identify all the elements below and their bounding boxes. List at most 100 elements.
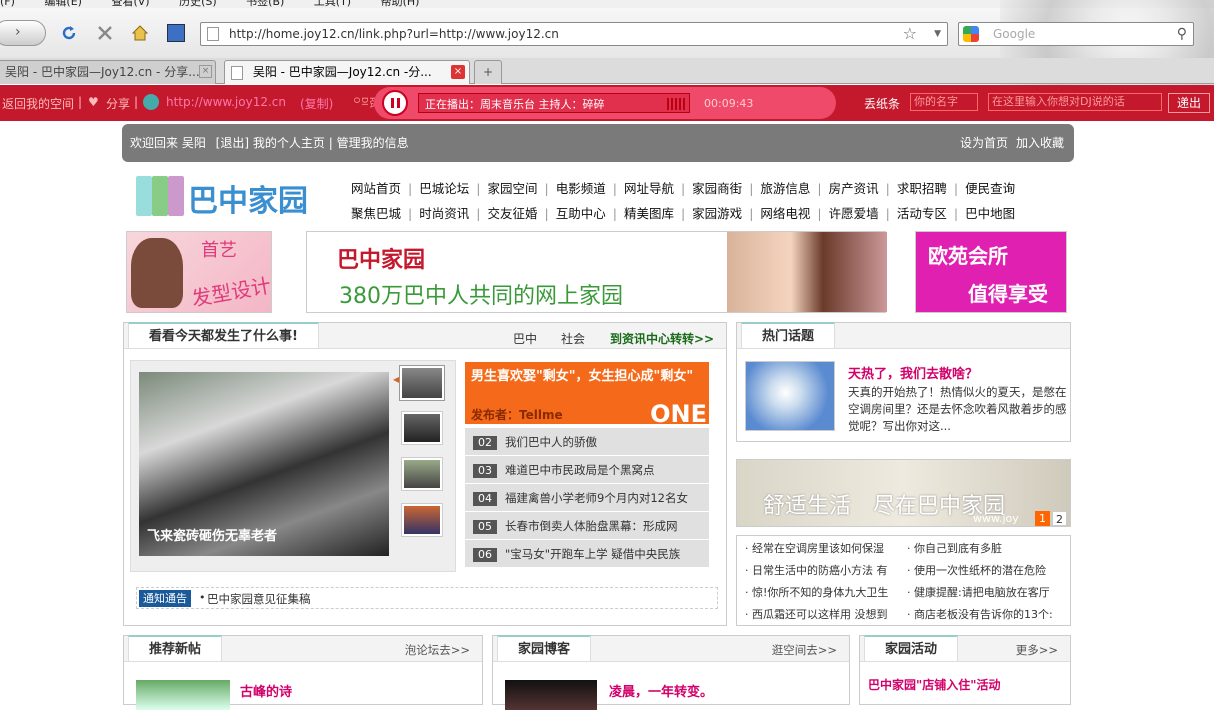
nav-link[interactable]: 时尚资讯 (419, 206, 469, 221)
blog-headline[interactable]: 凌晨，一年转变。 (609, 681, 713, 700)
health-link[interactable]: · 健康提醒:请把电脑放在客厅 (907, 582, 1067, 604)
bookmark-manager-icon[interactable] (167, 24, 185, 42)
pause-button[interactable] (382, 90, 408, 116)
nav-link[interactable]: 求职招聘 (897, 181, 947, 196)
share-link[interactable]: 分享 (106, 95, 130, 112)
news-list-item[interactable]: 02 我们巴中人的骄傲 (465, 428, 709, 456)
news-thumb-4[interactable] (401, 503, 443, 537)
news-tab-bazhong[interactable]: 巴中 (513, 330, 537, 347)
ad-text-2: 发型设计 (189, 273, 273, 311)
life-banner[interactable]: 舒适生活 尽在巴中家园 www.joy 1 2 (736, 459, 1071, 527)
nav-link[interactable]: 家园商街 (692, 181, 742, 196)
news-list-item[interactable]: 06 "宝马女"开跑车上学 疑借中央民族 (465, 540, 709, 568)
blog-thumbnail[interactable] (505, 680, 597, 710)
post-headline[interactable]: 古峰的诗 (240, 681, 292, 700)
menu-tools[interactable]: 工具(T) (314, 0, 351, 8)
banner-page-1[interactable]: 1 (1035, 511, 1050, 526)
menu-bookmarks[interactable]: 书签(B) (246, 0, 284, 8)
message-input[interactable]: 在这里输入你想对DJ说的话 (988, 93, 1162, 111)
tab-inactive[interactable]: 吴阳 - 巴中家园—Joy12.cn - 分享... × (0, 60, 216, 84)
ad-main-banner[interactable]: 巴中家园 380万巴中人共同的网上家园 (306, 231, 887, 313)
nav-link[interactable]: 活动专区 (897, 206, 947, 221)
close-tab-icon[interactable]: × (199, 65, 212, 78)
nav-link[interactable]: 电影频道 (556, 181, 606, 196)
home-icon[interactable] (131, 24, 149, 42)
new-posts-header: 推荐新帖 泡论坛去>> (124, 635, 482, 662)
banner-page-2[interactable]: 2 (1052, 511, 1067, 526)
news-photo[interactable]: 飞来瓷砖砸伤无辜老者 (139, 372, 389, 556)
life-banner-url: www.joy (973, 512, 1019, 525)
star-icon[interactable]: ☆ (903, 23, 917, 45)
activity-more-link[interactable]: 更多>> (1016, 642, 1058, 658)
notice-link[interactable]: 巴中家园意见征集稿 (207, 591, 311, 607)
nav-link[interactable]: 巴中地图 (965, 206, 1015, 221)
news-list-item[interactable]: 03 难道巴中市民政局是个黑窝点 (465, 456, 709, 484)
menu-help[interactable]: 帮助(H) (381, 0, 420, 8)
site-logo[interactable]: 巴中家园 (136, 174, 332, 219)
health-link[interactable]: · 商店老板没有告诉你的13个: (907, 604, 1067, 626)
news-feature[interactable]: 男生喜欢娶"剩女"，女生担心成"剩女" 发布者：Tellme ONE (465, 362, 709, 428)
blog-more-link[interactable]: 逛空间去>> (772, 642, 837, 658)
manage-link[interactable]: 管理我的信息 (337, 136, 409, 150)
nav-link[interactable]: 网站首页 (351, 181, 401, 196)
forum-more-link[interactable]: 泡论坛去>> (405, 642, 470, 658)
nav-link[interactable]: 互助中心 (556, 206, 606, 221)
send-button[interactable]: 递出 (1168, 93, 1210, 113)
health-link[interactable]: · 你自己到底有多脏 (907, 538, 1067, 560)
site-link[interactable]: http://www.joy12.cn (166, 95, 286, 109)
nav-link[interactable]: 聚焦巴城 (351, 206, 401, 221)
hot-topic-headline[interactable]: 天热了，我们去散啥？ (848, 363, 978, 382)
nav-link[interactable]: 巴城论坛 (419, 181, 469, 196)
health-link[interactable]: · 日常生活中的防癌小方法 有 (745, 560, 905, 582)
address-bar[interactable]: http://home.joy12.cn/link.php?url=http:/… (200, 22, 948, 46)
new-tab-button[interactable]: + (474, 60, 502, 84)
news-thumb-1[interactable] (399, 365, 445, 401)
nav-link[interactable]: 房产资讯 (829, 181, 879, 196)
news-list-item[interactable]: 04 福建禽兽小学老师9个月内对12名女 (465, 484, 709, 512)
health-link[interactable]: · 西瓜霜还可以这样用 没想到 (745, 604, 905, 626)
menu-edit[interactable]: 编辑(E) (44, 0, 82, 8)
back-forward-button[interactable]: › (0, 20, 46, 46)
set-home-link[interactable]: 设为首页 (960, 124, 1008, 162)
nav-link[interactable]: 网络电视 (760, 206, 810, 221)
news-list-item[interactable]: 05 长春市倒卖人体胎盘黑幕：形成网 (465, 512, 709, 540)
nav-link[interactable]: 精美图库 (624, 206, 674, 221)
health-link[interactable]: · 惊!你所不知的身体九大卫生 (745, 582, 905, 604)
news-panel: 看看今天都发生了什么事! 巴中 社会 到资讯中心转转>> 飞来瓷砖砸伤无辜老者 … (123, 322, 727, 626)
activity-headline[interactable]: 巴中家园"店铺入住"活动 (868, 676, 1001, 693)
close-tab-icon[interactable]: × (451, 65, 465, 79)
nav-link[interactable]: 便民查询 (965, 181, 1015, 196)
ad-hair-design[interactable]: 首艺 发型设计 (126, 231, 273, 313)
stop-icon[interactable] (96, 24, 114, 42)
nav-link[interactable]: 家园游戏 (692, 206, 742, 221)
news-more-link[interactable]: 到资讯中心转转>> (610, 330, 714, 347)
menu-history[interactable]: 历史(S) (179, 0, 217, 8)
news-thumb-3[interactable] (401, 457, 443, 491)
news-tab-society[interactable]: 社会 (561, 330, 585, 347)
tab-active[interactable]: 吴阳 - 巴中家园—Joy12.cn -分... × (224, 60, 470, 84)
menu-view[interactable]: 查看(V) (111, 0, 149, 8)
nav-link[interactable]: 家园空间 (487, 181, 537, 196)
nav-link[interactable]: 旅游信息 (760, 181, 810, 196)
name-input[interactable]: 你的名字 (910, 93, 978, 111)
search-icon[interactable]: ⚲ (1177, 23, 1187, 45)
nav-link[interactable]: 交友征婚 (487, 206, 537, 221)
news-thumb-2[interactable] (401, 411, 443, 445)
home-link[interactable]: 我的个人主页 (253, 136, 325, 150)
hot-topic-image[interactable] (745, 361, 835, 431)
nav-link[interactable]: 许愿爱墙 (829, 206, 879, 221)
copy-link[interactable]: (复制) (300, 95, 333, 112)
health-link[interactable]: · 经常在空调房里该如何保湿 (745, 538, 905, 560)
logo-text: 巴中家园 (188, 184, 308, 219)
reload-icon[interactable] (60, 24, 78, 42)
dropdown-icon[interactable]: ▼ (934, 23, 941, 45)
nav-link[interactable]: 网址导航 (624, 181, 674, 196)
search-box[interactable]: Google ⚲ (958, 22, 1194, 46)
ad-club[interactable]: 欧苑会所 值得享受 (915, 231, 1067, 313)
menu-file[interactable]: (F) (0, 0, 15, 8)
favorite-link[interactable]: 加入收藏 (1016, 124, 1064, 162)
back-space-link[interactable]: 返回我的空间 (2, 95, 74, 112)
health-link[interactable]: · 使用一次性纸杯的潜在危险 (907, 560, 1067, 582)
logout-link[interactable]: [退出] (216, 136, 249, 150)
post-thumbnail[interactable] (136, 680, 230, 710)
